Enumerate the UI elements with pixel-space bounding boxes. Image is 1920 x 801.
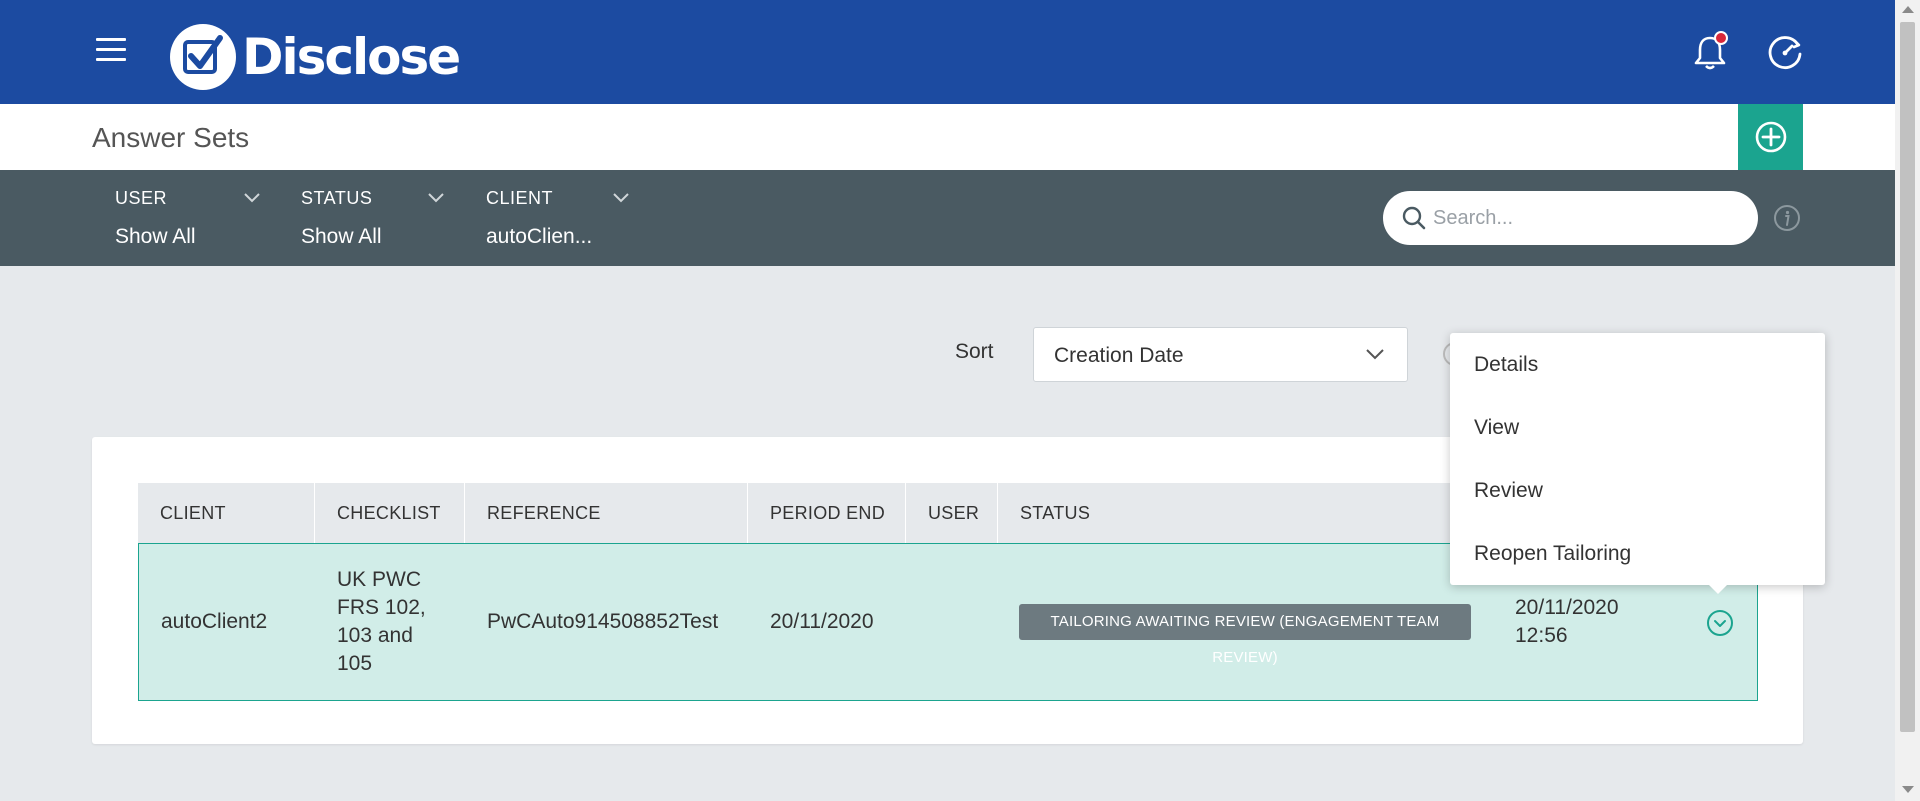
chevron-down-icon — [428, 193, 444, 203]
brand-logo[interactable]: Disclose — [170, 24, 461, 90]
menu-item-review[interactable]: Review — [1474, 479, 1543, 503]
scroll-down-arrow-icon[interactable] — [1902, 786, 1914, 793]
cell-created-date: 20/11/2020 12:56 — [1515, 596, 1619, 647]
menu-item-view[interactable]: View — [1474, 416, 1519, 440]
menu-item-details[interactable]: Details — [1474, 353, 1538, 377]
column-header-status[interactable]: STATUS — [998, 483, 1498, 543]
user-filter[interactable]: USER Show All — [115, 188, 265, 249]
client-filter-value: autoClien... — [486, 225, 593, 248]
column-header-checklist[interactable]: CHECKLIST — [315, 483, 465, 543]
checkmark-logo-icon — [170, 24, 236, 90]
column-header-client[interactable]: CLIENT — [138, 483, 315, 543]
vertical-scrollbar[interactable] — [1895, 0, 1920, 801]
brand-name: Disclose — [242, 28, 461, 86]
column-header-user[interactable]: USER — [906, 483, 998, 543]
page-header: Answer Sets — [0, 104, 1895, 170]
row-actions-menu: Details View Review Reopen Tailoring — [1450, 333, 1825, 585]
menu-item-reopen-tailoring[interactable]: Reopen Tailoring — [1474, 542, 1631, 566]
scrollbar-thumb[interactable] — [1900, 22, 1915, 732]
page-title: Answer Sets — [92, 122, 250, 153]
notification-badge — [1714, 31, 1728, 45]
cell-period-end: 20/11/2020 — [770, 610, 874, 633]
status-filter-value: Show All — [301, 225, 382, 248]
column-header-reference[interactable]: REFERENCE — [465, 483, 748, 543]
gauge-icon[interactable] — [1765, 32, 1805, 72]
chevron-down-icon — [244, 193, 260, 203]
sort-label: Sort — [955, 340, 994, 363]
hamburger-menu-icon[interactable] — [96, 38, 126, 64]
chevron-down-icon — [613, 193, 629, 203]
plus-circle-icon — [1755, 121, 1786, 153]
search-icon — [1402, 206, 1426, 230]
info-icon[interactable] — [1773, 204, 1801, 232]
filter-bar: USER Show All STATUS Show All CLIENT aut… — [0, 170, 1895, 266]
add-answer-set-button[interactable] — [1738, 104, 1803, 170]
top-navigation-bar: Disclose — [0, 0, 1895, 104]
chevron-down-icon — [1366, 349, 1384, 360]
search-box — [1383, 191, 1758, 245]
status-badge: TAILORING AWAITING REVIEW (ENGAGEMENT TE… — [1019, 604, 1471, 666]
column-header-period-end[interactable]: PERIOD END — [748, 483, 906, 543]
sort-selected-value: Creation Date — [1054, 344, 1184, 367]
row-actions-toggle-icon[interactable] — [1705, 608, 1735, 638]
scroll-up-arrow-icon[interactable] — [1902, 6, 1914, 13]
status-filter[interactable]: STATUS Show All — [301, 188, 451, 249]
sort-select[interactable]: Creation Date — [1033, 327, 1408, 382]
user-filter-value: Show All — [115, 225, 196, 248]
search-input[interactable] — [1433, 191, 1743, 245]
cell-checklist: UK PWC FRS 102, 103 and 105 — [337, 568, 426, 675]
client-filter[interactable]: CLIENT autoClien... — [486, 188, 636, 249]
menu-caret — [1707, 583, 1729, 594]
cell-reference: PwCAuto914508852Test — [487, 610, 719, 633]
cell-client: autoClient2 — [161, 610, 268, 633]
